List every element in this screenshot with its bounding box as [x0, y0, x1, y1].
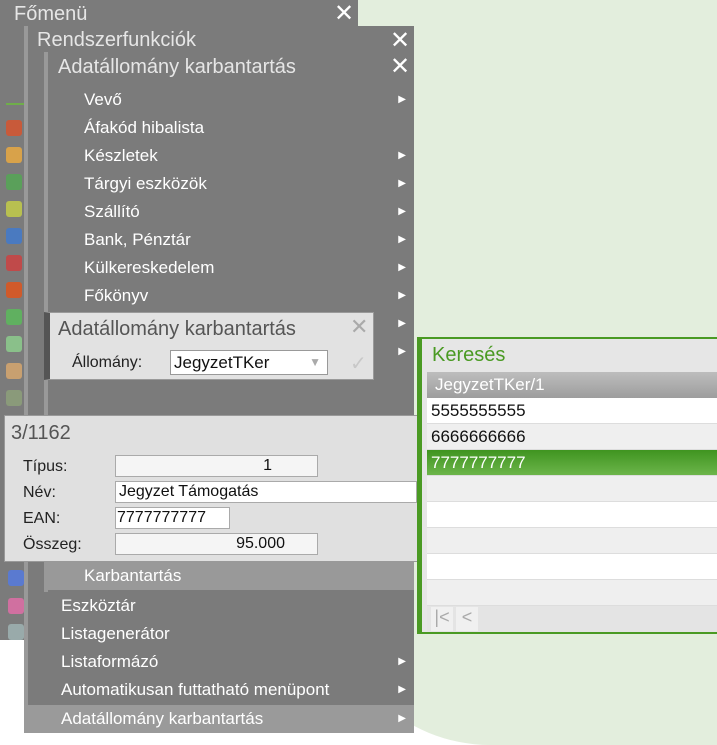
chevron-right-icon: ▶ [398, 656, 406, 667]
menu-item-label: Főkönyv [84, 286, 149, 305]
name-field[interactable]: Jegyzet Támogatás [115, 481, 417, 503]
chevron-down-icon: ▼ [309, 355, 321, 369]
menu-item-automatikus[interactable]: Automatikusan futtatható menüpont ▶ [28, 676, 414, 704]
menu-item-label: Adatállomány karbantartás [61, 709, 264, 728]
module-icon[interactable] [6, 255, 22, 271]
chevron-right-icon: ▶ [398, 290, 406, 301]
table-row[interactable]: 5555555555 [427, 398, 717, 424]
name-label: Név: [23, 484, 56, 501]
record-form: 3/1162 Típus: 1 Név: Jegyzet Támogatás E… [4, 415, 418, 562]
menu-item[interactable]: Készletek ▶ [48, 142, 414, 170]
chevron-right-icon: ▶ [398, 262, 406, 273]
check-icon[interactable]: ✓ [350, 351, 367, 376]
module-icon[interactable] [8, 598, 24, 614]
amount-label: Összeg: [23, 536, 82, 553]
chevron-right-icon: ▶ [398, 206, 406, 217]
menu-item-label: Bank, Pénztár [84, 230, 191, 249]
menu-item-karbantartas[interactable]: Karbantartás [44, 562, 414, 590]
module-icon[interactable] [6, 120, 22, 136]
close-icon[interactable]: ✕ [390, 29, 410, 53]
module-icon[interactable] [8, 570, 24, 586]
menu-item-adatallomany[interactable]: Adatállomány karbantartás ▶ [24, 705, 414, 733]
module-icon[interactable] [6, 228, 22, 244]
menu-item[interactable]: Áfakód hibalista [48, 114, 414, 142]
file-select-value: JegyzetTKer [174, 353, 270, 372]
menu-item[interactable]: Bank, Pénztár ▶ [48, 226, 414, 254]
table-row[interactable] [427, 528, 717, 554]
module-icon[interactable] [6, 201, 22, 217]
chevron-right-icon: ▶ [398, 150, 406, 161]
menu-item-label: Készletek [84, 146, 158, 165]
module-icon[interactable] [6, 390, 22, 406]
chevron-right-icon: ▶ [398, 713, 406, 724]
gear-icon[interactable] [8, 624, 24, 640]
ean-label: EAN: [23, 510, 61, 527]
menu-item-label: Automatikusan futtatható menüpont [61, 680, 330, 699]
menu-item-listagenerator[interactable]: Listagenerátor [28, 620, 414, 648]
menu-item-label: Eszköztár [61, 596, 136, 615]
type-label: Típus: [23, 458, 68, 475]
ean-field[interactable]: 7777777777 [115, 507, 230, 529]
menu-item[interactable]: Külkereskedelem ▶ [48, 254, 414, 282]
table-row[interactable]: 6666666666 [427, 424, 717, 450]
row-value: 7777777777 [431, 453, 526, 472]
main-menu-title: Főmenü [14, 3, 88, 25]
close-icon[interactable]: ✕ [390, 55, 410, 79]
first-page-icon[interactable]: |< [431, 607, 453, 631]
menu-item-label: Vevő [84, 90, 122, 109]
chevron-right-icon: ▶ [398, 94, 406, 105]
row-value: 6666666666 [431, 427, 526, 446]
menu-item-label: Külkereskedelem [84, 258, 215, 277]
chevron-right-icon: ▶ [398, 178, 406, 189]
menu-item-eszkoztar[interactable]: Eszköztár [28, 592, 414, 620]
type-field[interactable]: 1 [115, 455, 318, 477]
previous-page-icon[interactable]: < [456, 607, 478, 631]
menu-item-label: Listaformázó [61, 652, 159, 671]
column-header-label: JegyzetTKer/1 [435, 375, 545, 394]
data-maintenance-title: Adatállomány karbantartás [58, 56, 296, 78]
file-label: Állomány: [72, 354, 143, 371]
chart-icon[interactable] [6, 309, 22, 325]
table-row[interactable] [427, 476, 717, 502]
module-icon[interactable] [6, 147, 22, 163]
chevron-right-icon: ▶ [398, 346, 406, 357]
menu-item-listaformazo[interactable]: Listaformázó ▶ [28, 648, 414, 676]
menu-item-label: Tárgyi eszközök [84, 174, 207, 193]
menu-item[interactable]: Főkönyv ▶ [48, 282, 414, 310]
column-header[interactable]: JegyzetTKer/1 [427, 372, 717, 398]
system-functions-title: Rendszerfunkciók [37, 29, 196, 51]
icon-strip [4, 120, 24, 417]
menu-item-label: Listagenerátor [61, 624, 170, 643]
dialog-title: Adatállomány karbantartás [58, 318, 296, 340]
menu-item[interactable]: Szállító ▶ [48, 198, 414, 226]
chevron-right-icon: ▶ [398, 234, 406, 245]
search-title: Keresés [432, 344, 506, 366]
table-row[interactable] [427, 554, 717, 580]
pager: |< < [427, 606, 717, 632]
chevron-right-icon: ▶ [398, 318, 406, 329]
close-icon[interactable]: ✕ [334, 2, 354, 26]
row-value: 5555555555 [431, 401, 526, 420]
divider [6, 103, 24, 105]
close-icon[interactable]: ✕ [350, 316, 368, 338]
search-panel: Keresés JegyzetTKer/1 5555555555 66666666… [417, 337, 717, 634]
menu-item-label: Szállító [84, 202, 140, 221]
module-icon[interactable] [6, 282, 22, 298]
module-icon[interactable] [6, 336, 22, 352]
menu-item[interactable]: Vevő ▶ [48, 86, 414, 114]
box-icon[interactable] [6, 363, 22, 379]
chevron-right-icon: ▶ [398, 684, 406, 695]
table-row[interactable] [427, 580, 717, 606]
table-row[interactable]: 7777777777 [427, 450, 717, 476]
amount-field[interactable]: 95.000 [115, 533, 318, 555]
record-counter: 3/1162 [11, 422, 71, 444]
menu-item[interactable]: Tárgyi eszközök ▶ [48, 170, 414, 198]
module-icon[interactable] [6, 174, 22, 190]
menu-item-label: Áfakód hibalista [84, 118, 205, 137]
table-row[interactable] [427, 502, 717, 528]
file-select[interactable]: JegyzetTKer ▼ [170, 350, 328, 375]
menu-item-label: Karbantartás [84, 566, 182, 585]
file-select-dialog: Adatállomány karbantartás ✕ Állomány: Je… [44, 312, 374, 380]
